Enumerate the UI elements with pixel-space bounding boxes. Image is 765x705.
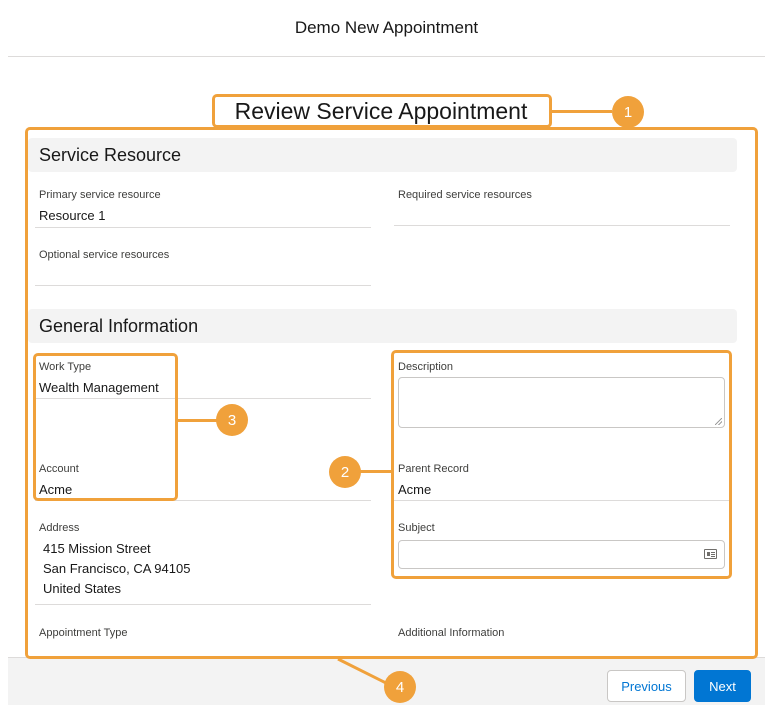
callout-box-left-fields: [33, 353, 178, 501]
callout-badge-2: 2: [329, 456, 361, 488]
callout-box-title: [212, 94, 552, 128]
previous-button[interactable]: Previous: [607, 670, 686, 702]
callout-badge-4: 4: [384, 671, 416, 703]
callout-connector: [337, 657, 387, 685]
callout-connector: [359, 470, 391, 473]
modal-header: Demo New Appointment: [8, 0, 765, 57]
callout-box-right-fields: [391, 350, 732, 579]
next-button[interactable]: Next: [694, 670, 751, 702]
callout-connector: [178, 419, 218, 422]
callout-badge-3: 3: [216, 404, 248, 436]
callout-connector: [552, 110, 612, 113]
modal-title: Demo New Appointment: [294, 18, 479, 37]
callout-badge-1: 1: [612, 96, 644, 128]
